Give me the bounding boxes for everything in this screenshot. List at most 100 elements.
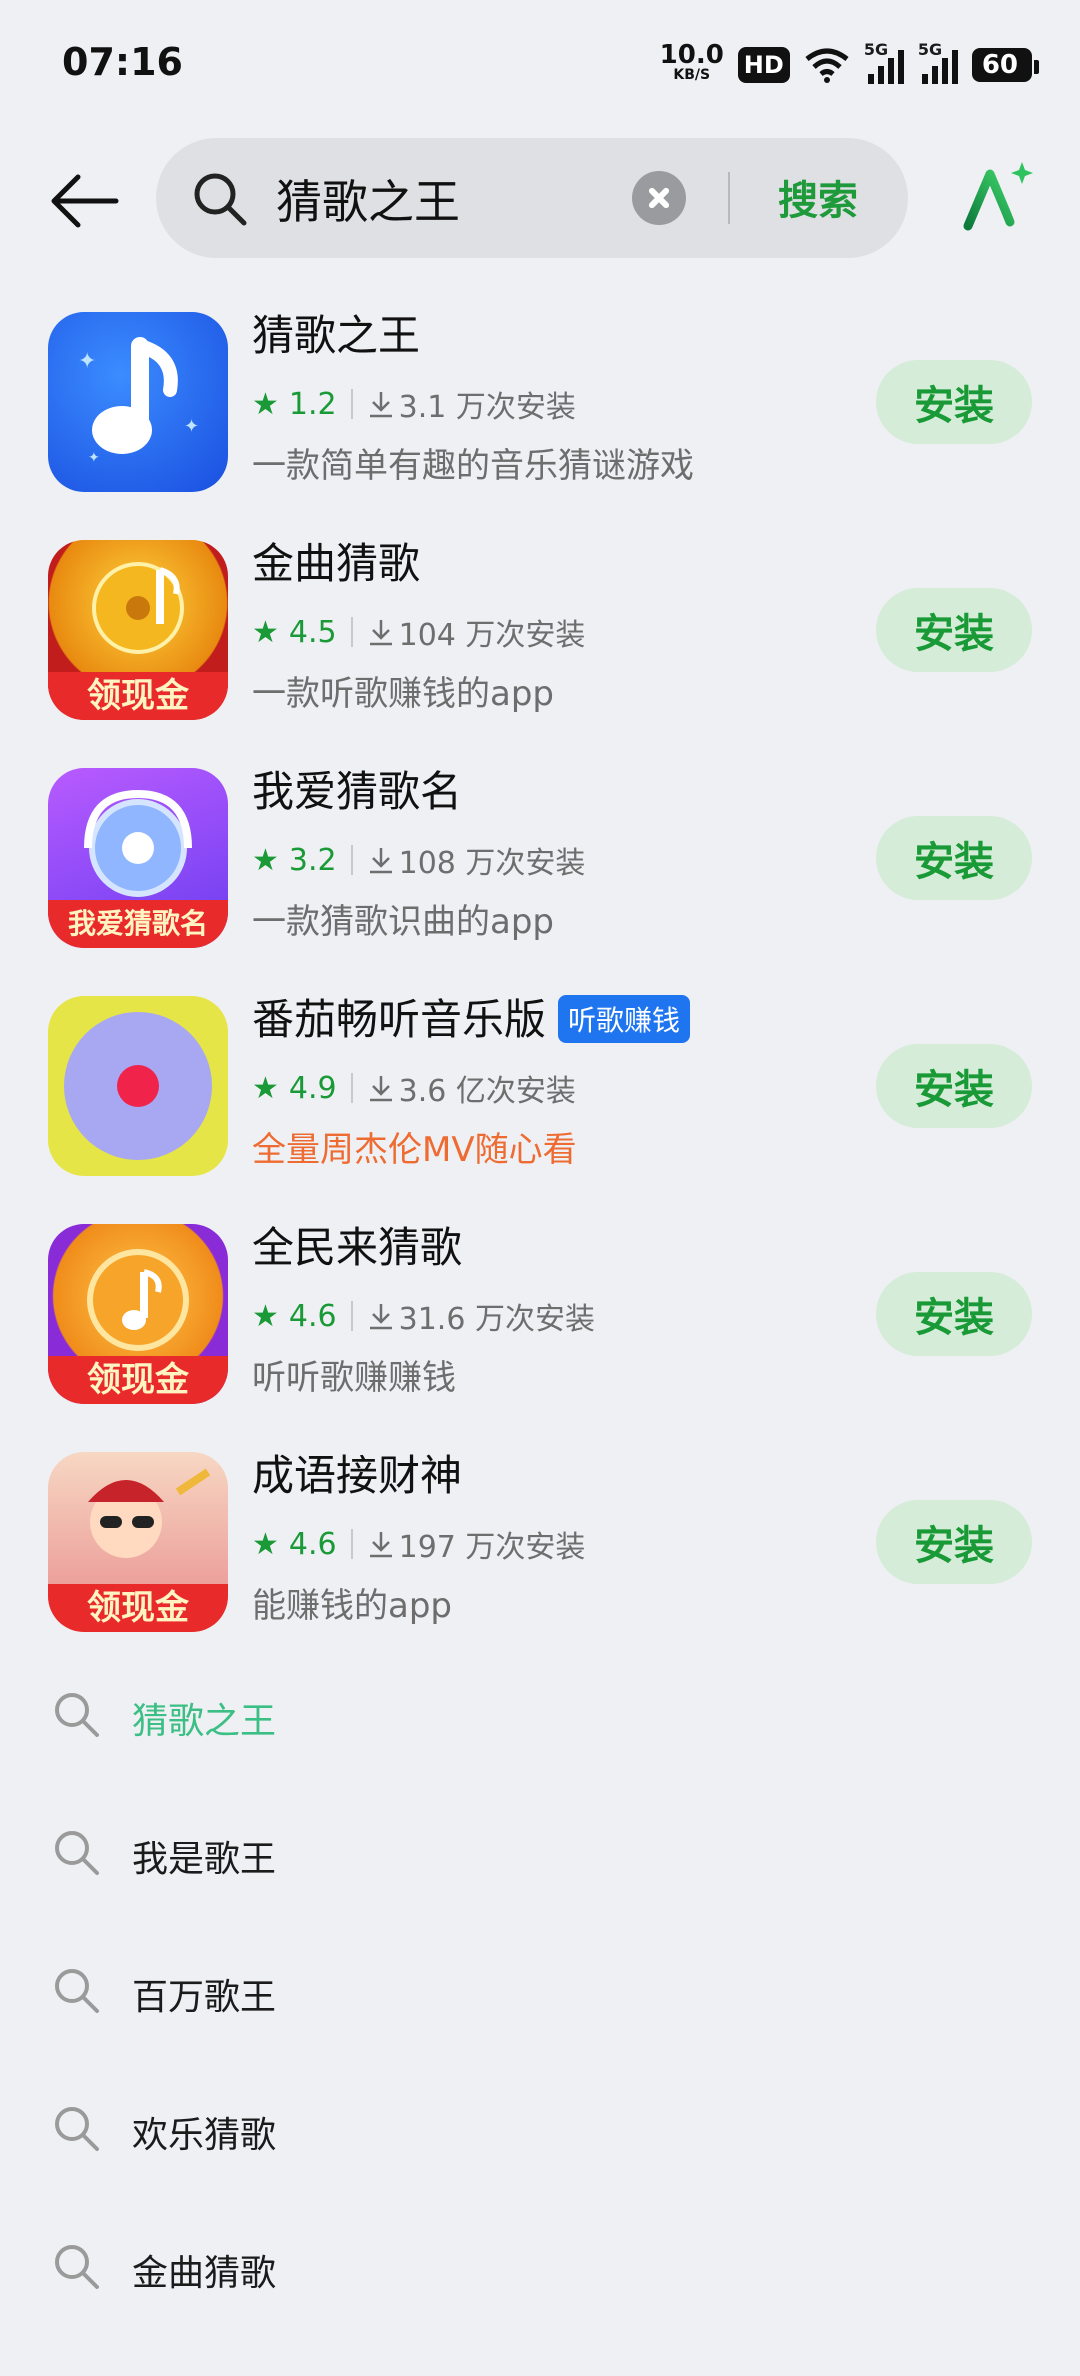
ai-assistant-icon[interactable] — [960, 160, 1036, 236]
suggestion-item[interactable]: 金曲猜歌 — [0, 2206, 1080, 2326]
star-icon: ★ — [252, 842, 279, 878]
app-name: 番茄畅听音乐版 听歌赚钱 — [252, 986, 691, 1047]
meta-divider — [350, 1073, 353, 1103]
install-button[interactable]: 安装 — [876, 1500, 1032, 1584]
app-meta: ★ 4.5 104 万次安装 — [252, 610, 585, 654]
search-icon — [194, 173, 247, 226]
app-name: 全民来猜歌 — [252, 1223, 463, 1272]
app-item-2[interactable]: 领现金 金曲猜歌 ★ 4.5 104 万次安装 一款听歌赚钱的app 安装 — [0, 539, 1080, 768]
suggestion-text: 欢乐猜歌 — [132, 2115, 277, 2156]
app-item-1[interactable]: ✦ ✦ ✦ 猜歌之王 ★ 1.2 3.1 万次安装 一款简单有趣的音乐猜谜游戏 安… — [0, 311, 1080, 540]
wifi-icon — [805, 48, 849, 83]
app-item-4[interactable]: 番茄畅听音乐版 听歌赚钱 ★ 4.9 3.6 亿次安装 全量周杰伦MV随心看 安装 — [0, 994, 1080, 1224]
search-icon — [55, 2245, 99, 2289]
search-input[interactable]: 猜歌之王 — [276, 166, 460, 232]
install-count: 104 万次安装 — [398, 618, 586, 653]
fortune-god-icon: 领现金 — [48, 1452, 228, 1632]
install-count: 3.6 亿次安装 — [398, 1074, 576, 1109]
app-name: 猜歌之王 — [252, 311, 421, 360]
headphone-cat-icon: 我爱猜歌名 — [48, 768, 228, 948]
app-description: 一款猜歌识曲的app — [252, 902, 554, 942]
suggestion-item[interactable]: 我是歌王 — [0, 1792, 1080, 1912]
clear-icon[interactable] — [632, 171, 686, 225]
search-button[interactable]: 搜索 — [778, 168, 858, 226]
app-meta: ★ 3.2 108 万次安装 — [252, 838, 585, 882]
suggestion-item[interactable]: 欢乐猜歌 — [0, 2068, 1080, 2188]
status-bar: 07:16 10.0 KB/S HD 5G 5G 60 — [0, 0, 1080, 130]
search-icon — [55, 2107, 99, 2151]
divider — [728, 172, 730, 224]
install-count: 108 万次安装 — [398, 846, 586, 881]
suggestion-text: 金曲猜歌 — [132, 2253, 277, 2294]
app-meta: ★ 4.6 197 万次安装 — [252, 1522, 585, 1566]
app-name: 金曲猜歌 — [252, 539, 421, 588]
app-description: 一款简单有趣的音乐猜谜游戏 — [252, 446, 694, 486]
install-count: 197 万次安装 — [398, 1530, 586, 1565]
headphone-note-icon: 领现金 — [48, 1224, 228, 1404]
search-icon — [55, 1831, 99, 1875]
install-button[interactable]: 安装 — [876, 360, 1032, 444]
suggestion-item[interactable]: 百万歌王 — [0, 1930, 1080, 2050]
app-promo-text[interactable]: 全量周杰伦MV随心看 — [252, 1122, 577, 1171]
clock: 07:16 — [62, 40, 183, 84]
app-item-3[interactable]: 我爱猜歌名 我爱猜歌名 ★ 3.2 108 万次安装 一款猜歌识曲的app 安装 — [0, 767, 1080, 996]
suggestion-text: 百万歌王 — [132, 1977, 277, 2018]
app-meta: ★ 1.2 3.1 万次安装 — [252, 382, 576, 426]
install-button[interactable]: 安装 — [876, 1044, 1032, 1128]
music-note-icon: ✦ ✦ ✦ — [48, 312, 228, 492]
battery-icon: 60 — [971, 48, 1040, 82]
download-icon — [369, 1076, 392, 1102]
app-description: 一款听歌赚钱的app — [252, 674, 554, 714]
suggestion-text: 我是歌王 — [132, 1839, 277, 1880]
svg-text:✦: ✦ — [78, 349, 96, 374]
meta-divider — [350, 617, 353, 647]
hd-icon: HD — [737, 47, 790, 83]
svg-text:✦: ✦ — [88, 450, 100, 466]
app-item-6[interactable]: 领现金 成语接财神 ★ 4.6 197 万次安装 能赚钱的app 安装 — [0, 1451, 1080, 1680]
star-icon: ★ — [252, 1526, 279, 1562]
download-icon — [369, 1304, 392, 1330]
promo-ribbon: 领现金 — [48, 672, 228, 720]
status-icons: 10.0 KB/S HD 5G 5G 60 — [659, 40, 1040, 90]
install-count: 31.6 万次安装 — [398, 1302, 595, 1337]
gold-disc-icon: 领现金 — [48, 540, 228, 720]
download-icon — [369, 392, 392, 418]
rating: 4.6 — [288, 1298, 337, 1334]
record-icon — [48, 996, 228, 1176]
app-meta: ★ 4.9 3.6 亿次安装 — [252, 1066, 576, 1110]
app-name: 我爱猜歌名 — [252, 767, 463, 816]
app-description: 能赚钱的app — [252, 1586, 452, 1626]
network-speed: 10.0 KB/S — [659, 40, 724, 83]
suggestion-text: 猜歌之王 — [132, 1701, 277, 1742]
star-icon: ★ — [252, 386, 279, 422]
promo-ribbon: 领现金 — [48, 1356, 228, 1404]
back-arrow-icon[interactable] — [48, 165, 120, 237]
star-icon: ★ — [252, 1070, 279, 1106]
install-button[interactable]: 安装 — [876, 1272, 1032, 1356]
suggestion-item[interactable]: 猜歌之王 — [0, 1654, 1080, 1774]
rating: 4.9 — [288, 1070, 337, 1106]
rating: 3.2 — [288, 842, 337, 878]
install-button[interactable]: 安装 — [876, 816, 1032, 900]
meta-divider — [350, 1301, 353, 1331]
install-count: 3.1 万次安装 — [398, 390, 576, 425]
svg-text:✦: ✦ — [184, 416, 199, 437]
download-icon — [369, 620, 392, 646]
app-meta: ★ 4.6 31.6 万次安装 — [252, 1294, 595, 1338]
search-icon — [55, 1969, 99, 2013]
search-bar[interactable]: 猜歌之王 搜索 — [156, 138, 908, 258]
install-button[interactable]: 安装 — [876, 588, 1032, 672]
star-icon: ★ — [252, 614, 279, 650]
meta-divider — [350, 1529, 353, 1559]
app-item-5[interactable]: 领现金 全民来猜歌 ★ 4.6 31.6 万次安装 听听歌赚赚钱 安装 — [0, 1223, 1080, 1452]
signal-icon: 5G — [864, 40, 904, 84]
rating: 4.5 — [288, 614, 337, 650]
rating: 4.6 — [288, 1526, 337, 1562]
signal-icon-2: 5G — [918, 40, 958, 84]
app-name: 成语接财神 — [252, 1451, 463, 1500]
download-icon — [369, 1532, 392, 1558]
download-icon — [369, 848, 392, 874]
promo-ribbon: 领现金 — [48, 1584, 228, 1632]
app-tag-badge: 听歌赚钱 — [558, 994, 691, 1043]
meta-divider — [350, 389, 353, 419]
